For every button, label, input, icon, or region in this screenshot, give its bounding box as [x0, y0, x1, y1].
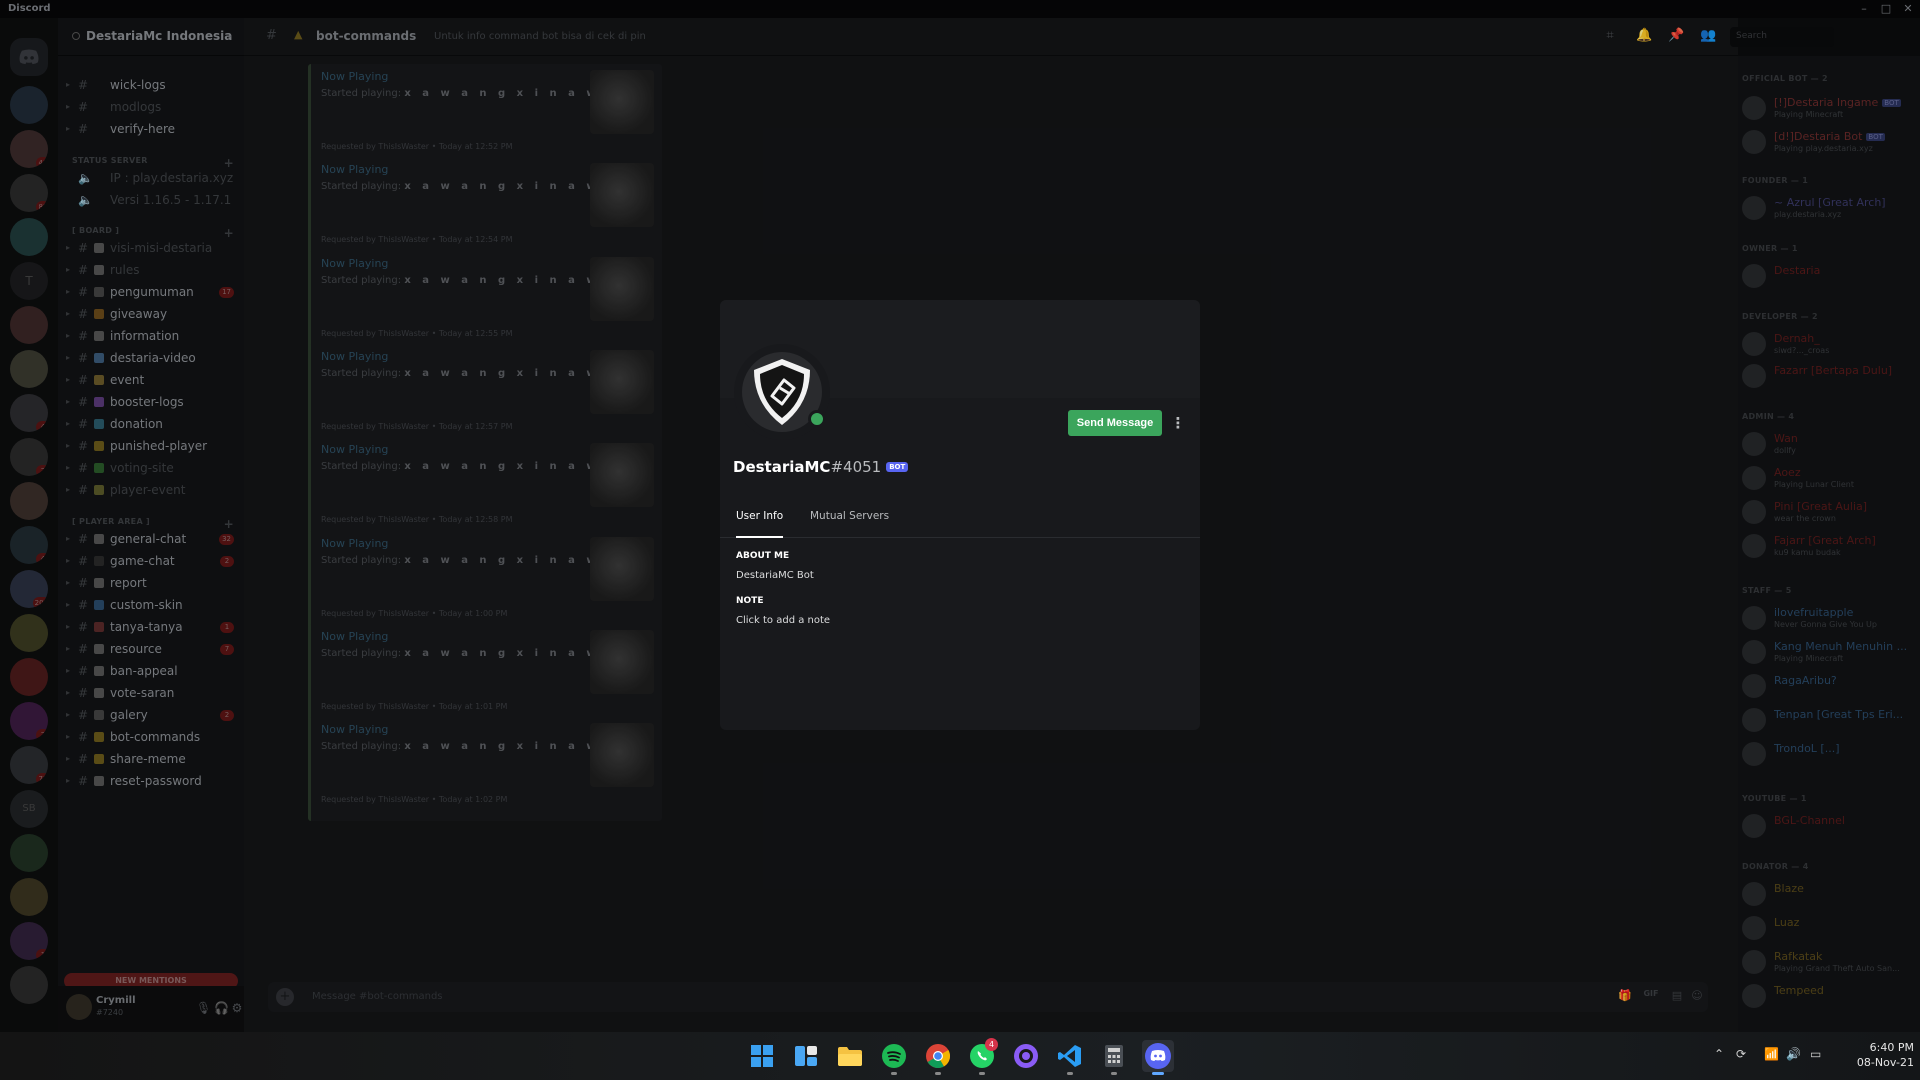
sync-icon[interactable]: ⟳: [1736, 1047, 1746, 1061]
windows-start-icon[interactable]: [746, 1040, 778, 1072]
online-status-icon: [808, 410, 826, 428]
shield-icon: [754, 359, 810, 425]
chrome-icon[interactable]: [922, 1040, 954, 1075]
file-explorer-icon[interactable]: [834, 1040, 866, 1072]
about-me-text: DestariaMC Bot: [736, 570, 814, 581]
minimize-button[interactable]: –: [1856, 1, 1872, 17]
taskbar: 4 ⌃ ⟳ 📶 🔊 ▭ 6:40 PM 08-Nov-21: [0, 1032, 1920, 1080]
whatsapp-icon[interactable]: 4: [966, 1038, 998, 1075]
profile-tabs: User Info Mutual Servers: [720, 500, 1200, 538]
volume-icon[interactable]: 🔊: [1786, 1047, 1801, 1061]
bot-badge: BOT: [886, 462, 909, 472]
wifi-icon[interactable]: 📶: [1764, 1047, 1779, 1061]
user-profile-modal: Send Message ⋮ DestariaMC#4051 BOT User I…: [720, 300, 1200, 730]
more-options-icon[interactable]: ⋮: [1170, 412, 1186, 434]
chevron-up-icon[interactable]: ⌃: [1714, 1047, 1724, 1061]
discord-taskbar-icon[interactable]: [1142, 1040, 1174, 1075]
notification-badge: 4: [985, 1038, 998, 1051]
battery-icon[interactable]: ▭: [1810, 1047, 1821, 1061]
github-icon[interactable]: [1010, 1040, 1042, 1072]
note-input[interactable]: Click to add a note: [736, 615, 830, 626]
profile-discriminator: #4051: [830, 458, 882, 476]
send-message-button[interactable]: Send Message: [1068, 410, 1162, 436]
clock-time: 6:40 PM: [1869, 1041, 1914, 1054]
maximize-button[interactable]: □: [1878, 1, 1894, 17]
system-clock[interactable]: 6:40 PM 08-Nov-21: [1838, 1040, 1914, 1070]
calculator-icon[interactable]: [1098, 1040, 1130, 1075]
tab-user-info[interactable]: User Info: [736, 510, 784, 538]
profile-username: DestariaMC#4051 BOT: [733, 458, 909, 476]
title-bar: Discord – □ ✕: [0, 0, 1920, 18]
close-button[interactable]: ✕: [1900, 1, 1916, 17]
note-heading: NOTE: [736, 596, 764, 606]
app-title: Discord: [8, 3, 51, 14]
about-me-heading: ABOUT ME: [736, 551, 790, 561]
clock-date: 08-Nov-21: [1856, 1056, 1914, 1069]
widgets-icon[interactable]: [790, 1040, 822, 1072]
spotify-icon[interactable]: [878, 1040, 910, 1075]
tab-mutual-servers[interactable]: Mutual Servers: [810, 510, 889, 538]
vscode-icon[interactable]: [1054, 1040, 1086, 1075]
